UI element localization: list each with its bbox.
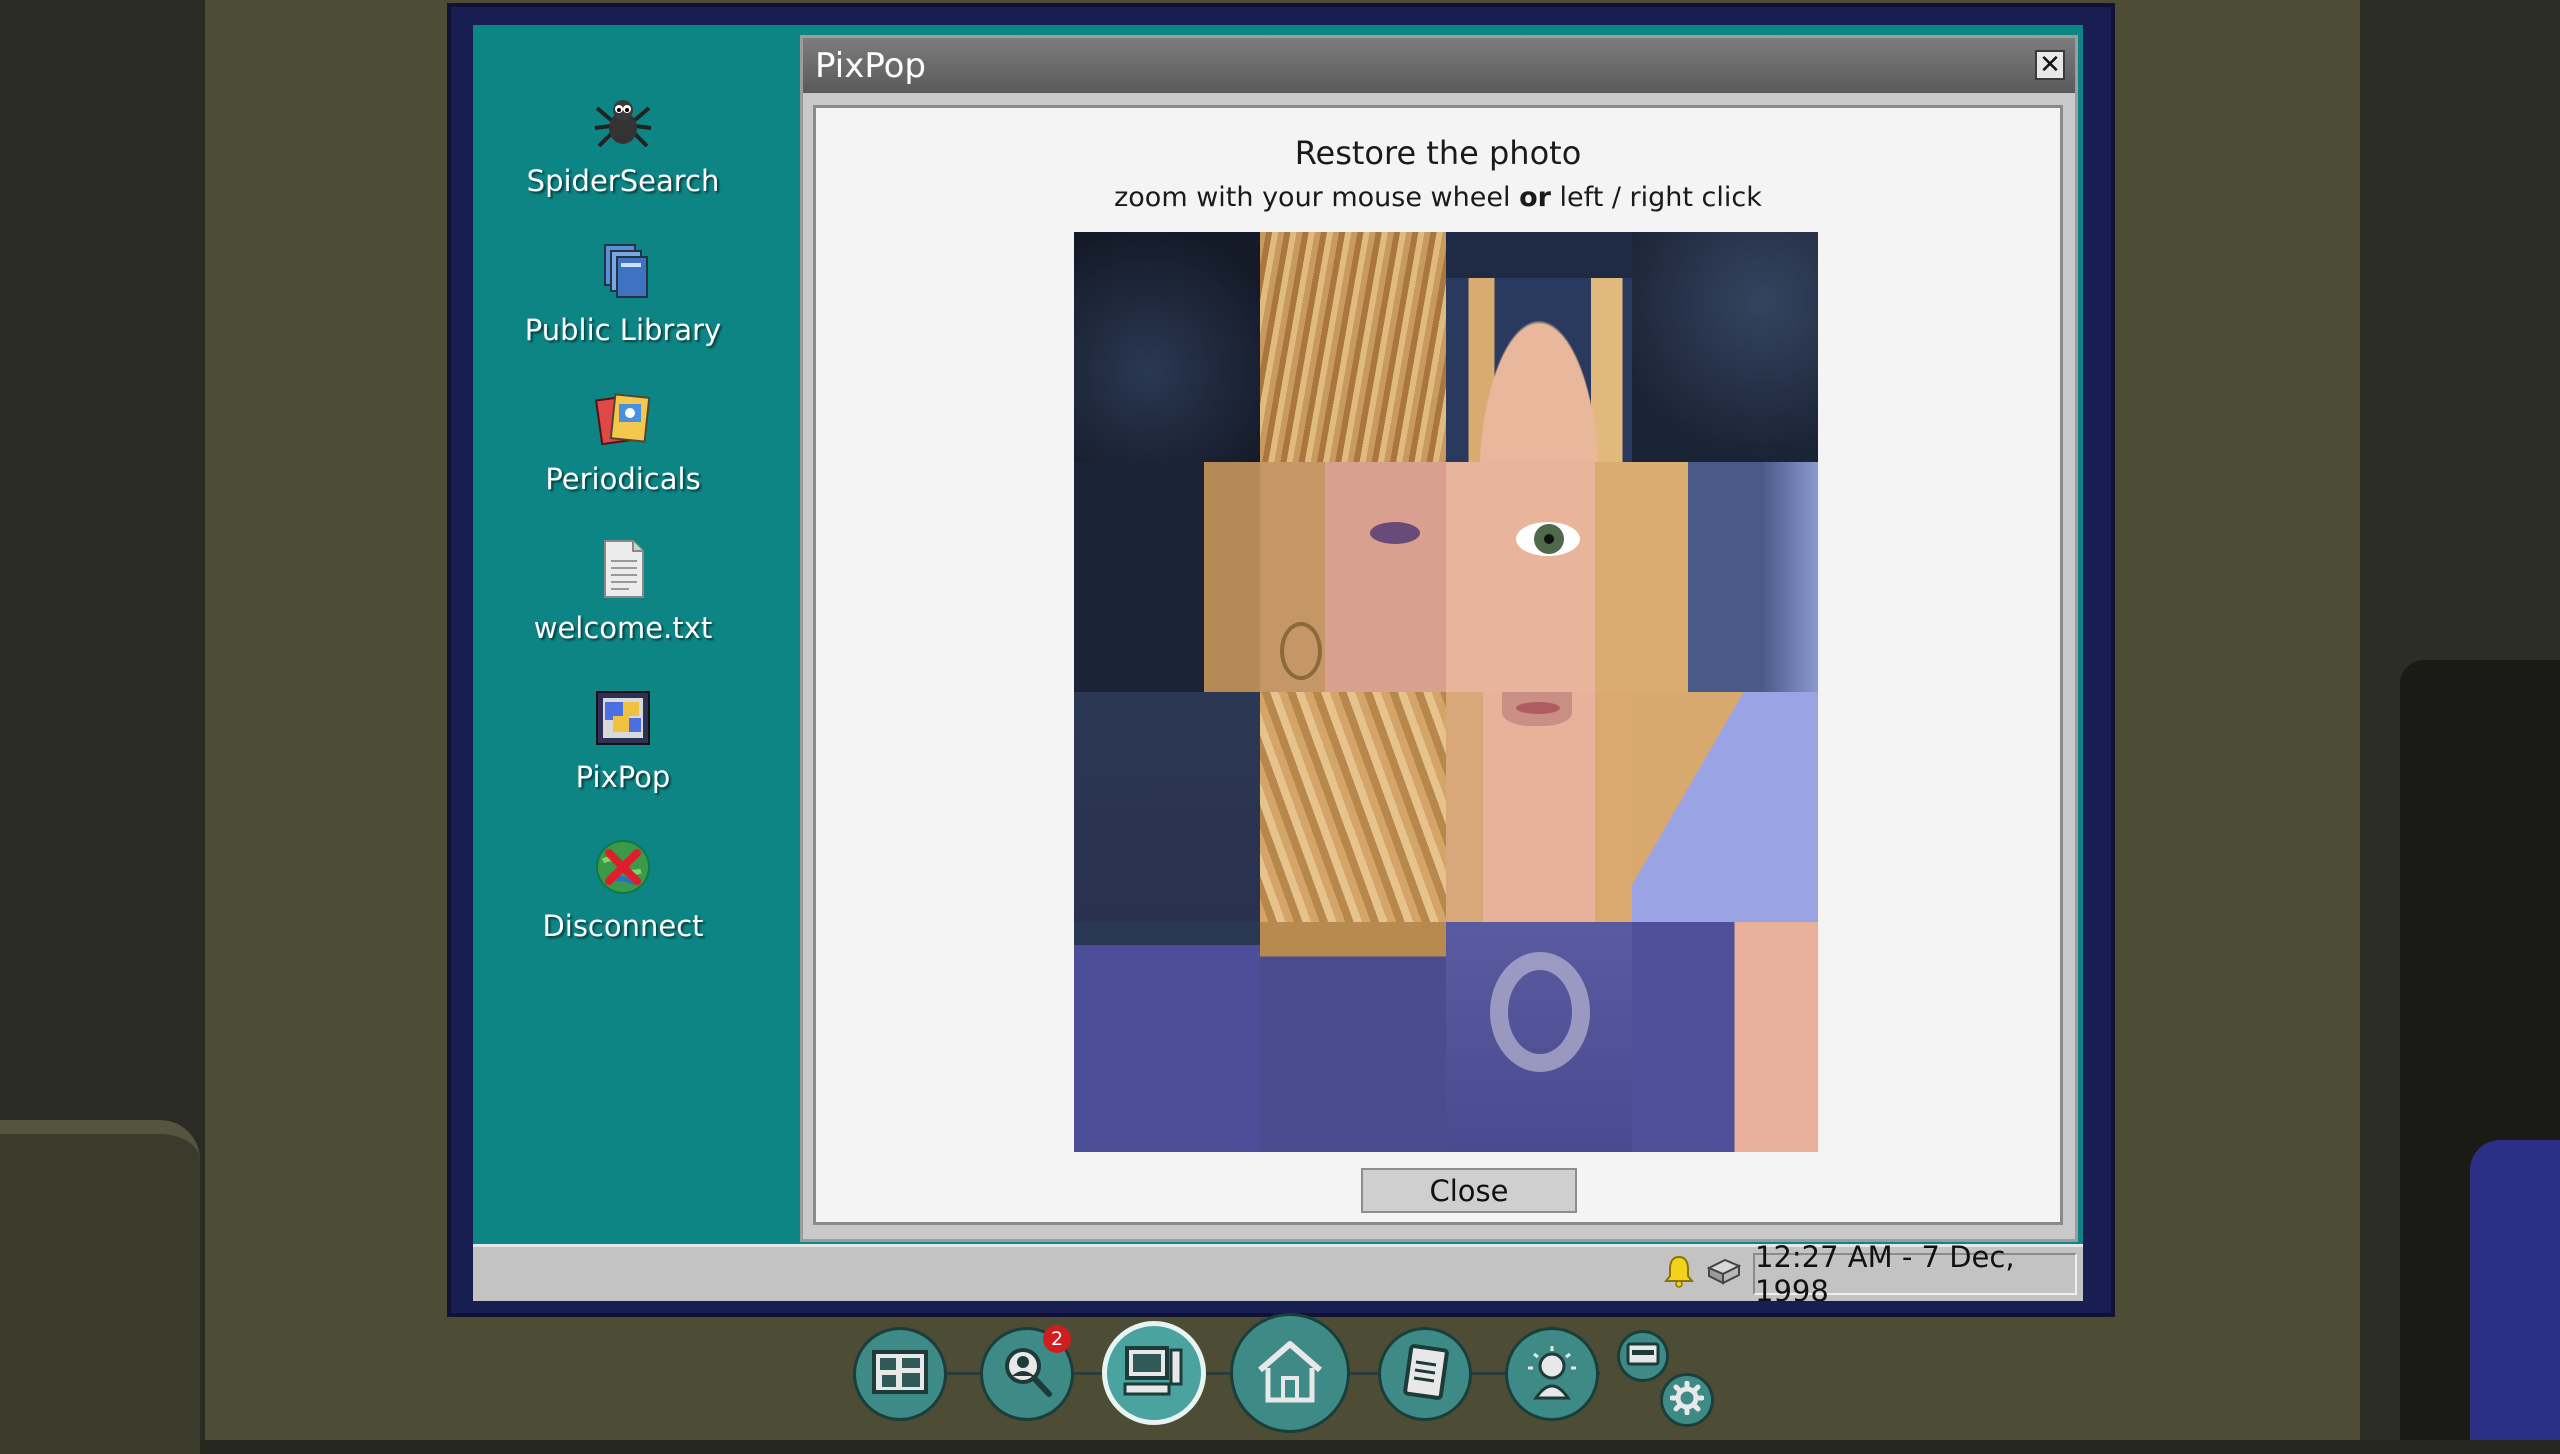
notebook-icon — [1400, 1344, 1450, 1404]
window-titlebar[interactable]: PixPop ✕ — [803, 38, 2075, 93]
window-title: PixPop — [815, 45, 926, 86]
puzzle-tile[interactable] — [1260, 692, 1446, 922]
search-person-icon — [999, 1344, 1055, 1404]
desktop-icon-periodicals[interactable]: Periodicals — [473, 388, 773, 496]
notification-badge: 2 — [1043, 1325, 1071, 1353]
dock-evidence-board-button[interactable] — [853, 1327, 947, 1421]
settings-gear-icon — [1669, 1380, 1705, 1419]
desktop-icon-label: Periodicals — [545, 462, 701, 496]
puzzle-tile[interactable] — [1632, 922, 1818, 1152]
dock-deduction-button[interactable] — [1505, 1327, 1599, 1421]
puzzle-tile[interactable] — [1446, 692, 1632, 922]
magazines-icon — [591, 388, 655, 452]
puzzle-heading: Restore the photo — [1294, 134, 1582, 172]
desktop-icon-spidersearch[interactable]: SpiderSearch — [473, 90, 773, 198]
puzzle-tile[interactable] — [1446, 462, 1632, 692]
puzzle-tile[interactable] — [1074, 922, 1260, 1152]
desktop-icon-label: Public Library — [524, 313, 722, 347]
desktop-icon-label: welcome.txt — [533, 611, 713, 645]
puzzle-tile[interactable] — [1446, 232, 1632, 462]
idea-bulb-icon — [1522, 1344, 1582, 1404]
disconnect-globe-icon — [591, 835, 655, 899]
desktop-icon-label: PixPop — [575, 760, 671, 794]
dock-settings-button[interactable] — [1660, 1373, 1714, 1427]
puzzle-tile[interactable] — [1260, 462, 1446, 692]
dock-notebook-button[interactable] — [1378, 1327, 1472, 1421]
puzzle-tile[interactable] — [1074, 462, 1260, 692]
chair — [2470, 1140, 2560, 1440]
puzzle-tile[interactable] — [1074, 692, 1260, 922]
desktop-icon-label: Disconnect — [542, 909, 704, 943]
computer-screen: SpiderSearch Public Library Periodicals — [473, 25, 2083, 1301]
home-icon — [1254, 1338, 1326, 1408]
instruction-text: left / right click — [1559, 182, 1762, 213]
notification-bell-icon[interactable] — [1663, 1254, 1695, 1292]
desktop-icon-label: SpiderSearch — [526, 164, 720, 198]
room-furniture-left — [0, 1120, 200, 1454]
desktop-icon-public-library[interactable]: Public Library — [473, 239, 773, 347]
text-file-icon — [591, 537, 655, 601]
window-content: Restore the photo zoom with your mouse w… — [813, 105, 2063, 1225]
instruction-text: zoom with your mouse wheel — [1114, 182, 1511, 213]
puzzle-tile[interactable] — [1260, 922, 1446, 1152]
puzzle-instruction: zoom with your mouse wheel or left / rig… — [816, 182, 2060, 213]
network-drive-icon[interactable] — [1705, 1256, 1743, 1290]
photo-puzzle-grid — [1074, 232, 1818, 1152]
puzzle-tile[interactable] — [1260, 232, 1446, 462]
dock-home-button[interactable] — [1230, 1313, 1350, 1433]
puzzle-tile[interactable] — [1632, 462, 1818, 692]
books-icon — [591, 239, 655, 303]
taskbar: 12:27 AM - 7 Dec, 1998 — [473, 1240, 2083, 1301]
evidence-board-icon — [872, 1348, 928, 1400]
puzzle-tile[interactable] — [1632, 692, 1818, 922]
pixpop-window: PixPop ✕ Restore the photo zoom with you… — [800, 35, 2078, 1242]
desktop-icon-disconnect[interactable]: Disconnect — [473, 835, 773, 943]
instruction-emphasis: or — [1519, 182, 1551, 213]
puzzle-tile[interactable] — [1632, 232, 1818, 462]
window-close-button[interactable]: ✕ — [2035, 50, 2065, 80]
taskbar-clock: 12:27 AM - 7 Dec, 1998 — [1753, 1240, 2077, 1301]
desktop-icon-welcome-txt[interactable]: welcome.txt — [473, 537, 773, 645]
computer-icon — [1123, 1344, 1185, 1402]
pixpop-icon — [591, 686, 655, 750]
puzzle-tile[interactable] — [1074, 232, 1260, 462]
card-icon — [1626, 1342, 1660, 1370]
spider-icon — [591, 90, 655, 154]
close-icon: ✕ — [2039, 50, 2061, 80]
dock-card-button[interactable] — [1617, 1330, 1669, 1382]
desktop-icon-pixpop[interactable]: PixPop — [473, 686, 773, 794]
dock-computer-button[interactable] — [1102, 1321, 1206, 1425]
puzzle-tile[interactable] — [1446, 922, 1632, 1152]
close-button[interactable]: Close — [1361, 1168, 1577, 1213]
system-tray — [1663, 1254, 1743, 1292]
